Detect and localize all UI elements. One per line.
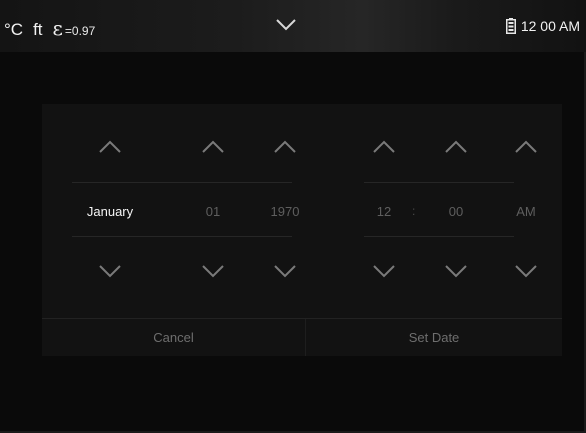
day-value: 01 (205, 204, 221, 219)
emissivity-indicator: ε =0.97 (53, 16, 96, 40)
month-divider-bottom (72, 236, 152, 237)
ampm-value: AM (516, 204, 536, 219)
hour-down-chevron-down-icon[interactable] (372, 264, 396, 278)
set-date-button[interactable]: Set Date (306, 319, 562, 356)
year-up-chevron-up-icon[interactable] (273, 140, 297, 154)
time-divider-top (364, 182, 514, 183)
emissivity-symbol: ε (52, 16, 63, 40)
time-colon: : (412, 204, 416, 218)
month-value: January (86, 204, 134, 219)
month-down-chevron-down-icon[interactable] (98, 264, 122, 278)
device-screen: °C ft ε =0.97 12 00 AM January 01 1970 1… (0, 0, 586, 433)
minute-down-chevron-down-icon[interactable] (444, 264, 468, 278)
battery-icon (505, 18, 516, 34)
hour-up-chevron-up-icon[interactable] (372, 140, 396, 154)
day-down-chevron-down-icon[interactable] (201, 264, 225, 278)
year-divider-top (232, 182, 292, 183)
minute-up-chevron-up-icon[interactable] (444, 140, 468, 154)
status-right: 12 00 AM (505, 18, 580, 34)
measurement-settings: °C ft ε =0.97 (4, 16, 96, 40)
year-divider-bottom (232, 236, 292, 237)
day-divider-bottom (152, 236, 232, 237)
cancel-button[interactable]: Cancel (42, 319, 305, 356)
day-divider-top (152, 182, 232, 183)
time-divider-bottom (364, 236, 514, 237)
ampm-up-chevron-up-icon[interactable] (514, 140, 538, 154)
year-value: 1970 (270, 204, 300, 219)
clock: 12 00 AM (520, 18, 580, 34)
temperature-unit: °C (4, 20, 24, 39)
emissivity-value: =0.97 (64, 24, 96, 38)
day-up-chevron-up-icon[interactable] (201, 140, 225, 154)
minute-value: 00 (448, 204, 464, 219)
status-bar: °C ft ε =0.97 12 00 AM (0, 0, 586, 52)
ampm-down-chevron-down-icon[interactable] (514, 264, 538, 278)
distance-unit: ft (33, 20, 43, 39)
chevron-down-icon[interactable] (275, 18, 297, 32)
year-down-chevron-down-icon[interactable] (273, 264, 297, 278)
month-divider-top (72, 182, 152, 183)
month-up-chevron-up-icon[interactable] (98, 140, 122, 154)
date-time-picker: January 01 1970 12 : 00 AM Cancel Set Da… (42, 104, 562, 356)
